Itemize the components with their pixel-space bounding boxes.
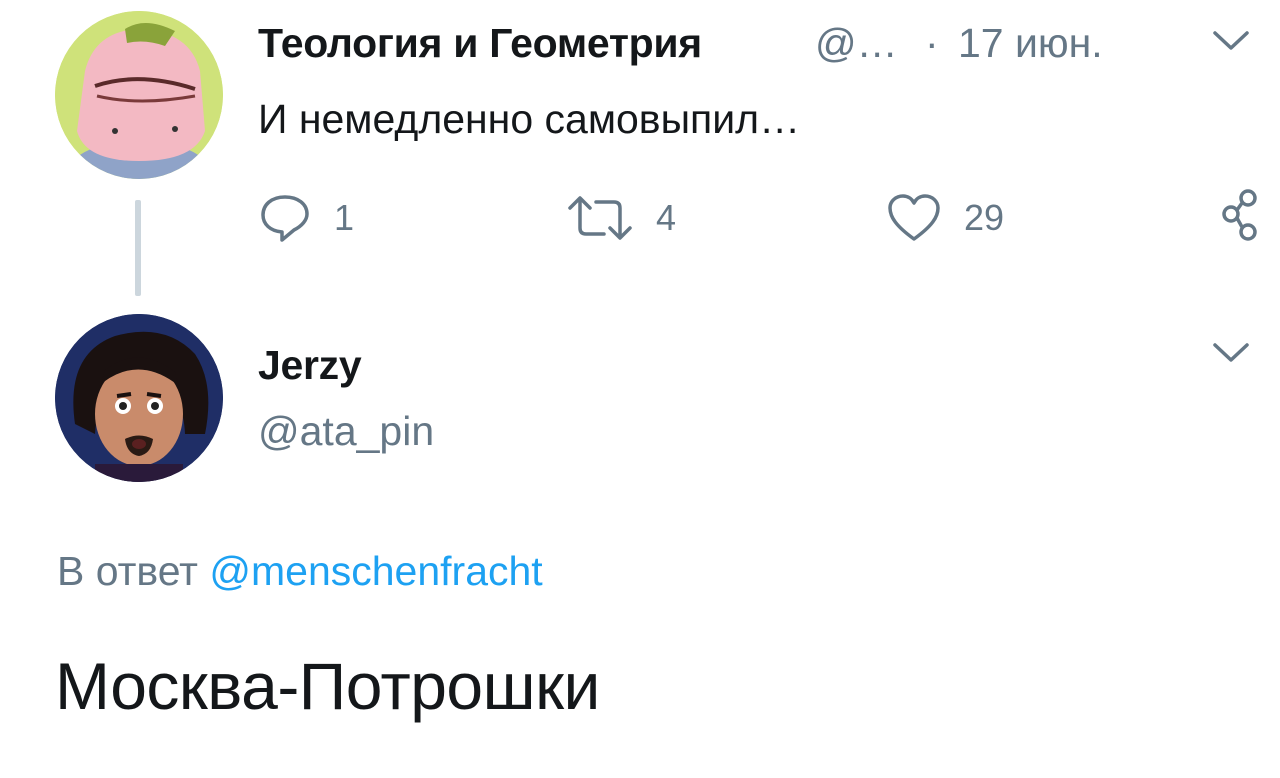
author-handle[interactable]: @… bbox=[815, 20, 898, 67]
reply-button[interactable]: 1 bbox=[258, 192, 354, 244]
reply-prefix: В ответ bbox=[57, 548, 198, 594]
retweet-button[interactable]: 4 bbox=[566, 192, 676, 244]
tweet-text: Москва-Потрошки bbox=[55, 649, 600, 723]
tweet-date[interactable]: 17 июн. bbox=[958, 20, 1103, 67]
author-name[interactable]: Jerzy bbox=[258, 342, 362, 389]
meta-dot: · bbox=[925, 20, 939, 66]
like-count: 29 bbox=[964, 197, 1005, 238]
avatar-teologia[interactable] bbox=[55, 11, 223, 179]
reply-count: 1 bbox=[334, 197, 355, 238]
retweet-icon bbox=[566, 192, 634, 244]
retweet-count: 4 bbox=[656, 197, 677, 238]
reply-icon bbox=[258, 192, 312, 244]
share-icon[interactable] bbox=[1222, 188, 1258, 244]
author-handle[interactable]: @ata_pin bbox=[258, 408, 434, 455]
reply-to-link[interactable]: @menschenfracht bbox=[209, 548, 542, 594]
thread-line bbox=[135, 200, 141, 296]
tweet-text: И немедленно самовыпил… bbox=[258, 96, 801, 142]
avatar-jerzy[interactable] bbox=[55, 314, 223, 482]
heart-icon bbox=[886, 192, 942, 244]
like-button[interactable]: 29 bbox=[886, 192, 1004, 244]
chevron-down-icon[interactable] bbox=[1212, 28, 1250, 54]
reply-context: В ответ @menschenfracht bbox=[57, 548, 543, 595]
chevron-down-icon[interactable] bbox=[1212, 340, 1250, 366]
author-name[interactable]: Теология и Геометрия bbox=[258, 20, 702, 67]
